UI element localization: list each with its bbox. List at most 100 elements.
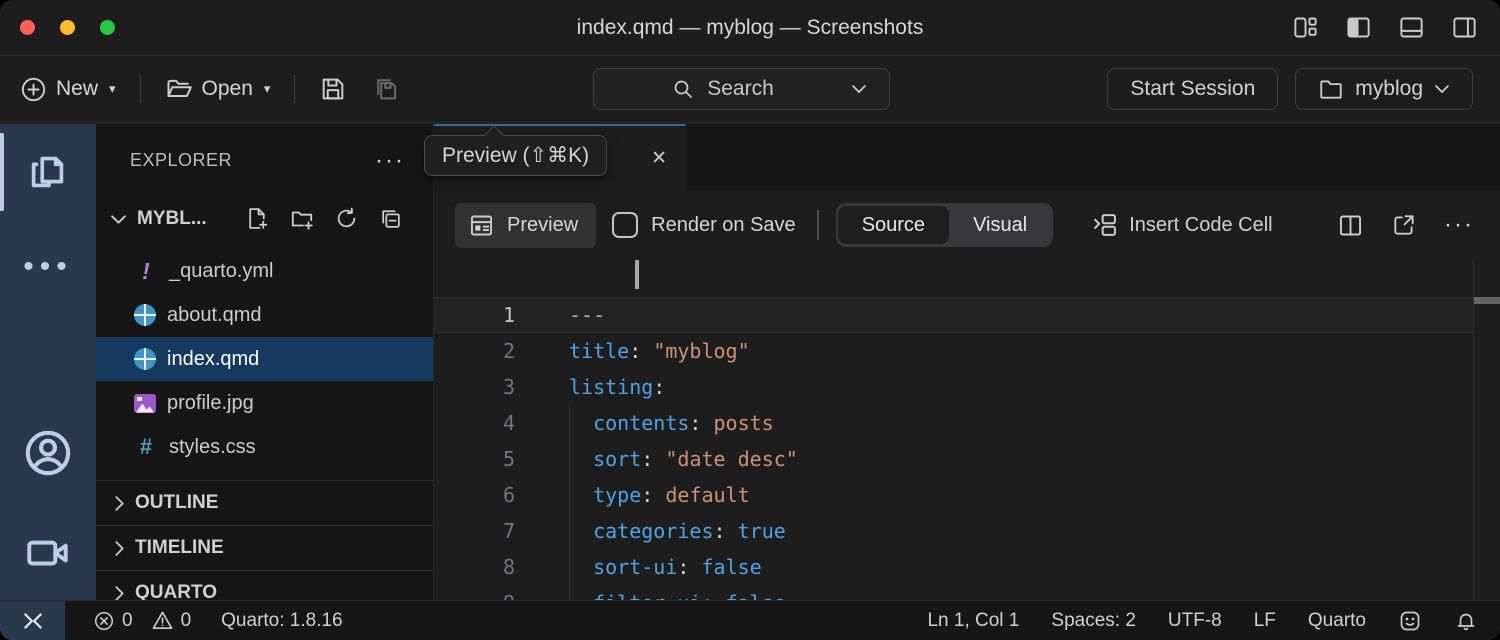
error-icon: [93, 610, 115, 632]
toggle-left-panel-icon[interactable]: [1345, 14, 1372, 41]
more-views-button[interactable]: •••: [0, 252, 96, 282]
file-name: profile.jpg: [167, 392, 254, 415]
section-list: OUTLINE TIMELINE QUARTO: [96, 480, 433, 600]
scrollbar-thumb[interactable]: [1474, 297, 1500, 304]
line-number: 1: [434, 298, 569, 332]
open-button[interactable]: Open ▾: [165, 75, 271, 103]
file-row-about.qmd[interactable]: about.qmd: [96, 293, 433, 337]
screencast-button[interactable]: [0, 527, 96, 577]
preview-button[interactable]: Preview: [455, 203, 596, 248]
line-number: 8: [434, 549, 569, 585]
code-line-5[interactable]: 5 sort: "date desc": [434, 441, 1473, 477]
image-icon: [134, 394, 156, 413]
file-row-index.qmd[interactable]: index.qmd: [96, 337, 433, 381]
new-folder-icon[interactable]: [289, 206, 315, 232]
code-line-8[interactable]: 8 sort-ui: false: [434, 549, 1473, 585]
section-timeline[interactable]: TIMELINE: [96, 525, 433, 570]
toggle-bottom-panel-icon[interactable]: [1398, 14, 1425, 41]
refresh-icon[interactable]: [334, 206, 359, 231]
insert-code-cell-button[interactable]: Insert Code Cell: [1091, 211, 1272, 239]
search-icon: [671, 77, 695, 101]
chevron-down-icon: [1434, 83, 1450, 95]
render-on-save-checkbox[interactable]: [612, 212, 638, 238]
remote-indicator[interactable]: [0, 601, 65, 640]
file-row-styles.css[interactable]: styles.css: [96, 425, 433, 469]
divider: [817, 210, 819, 240]
collapse-all-icon[interactable]: [378, 206, 403, 231]
editor-toolbar: Preview Render on Save Source Visual Ins…: [434, 191, 1500, 259]
chevron-right-icon: [112, 495, 127, 512]
quarto-version-status[interactable]: Quarto: 1.8.16: [221, 610, 342, 632]
chevron-down-icon: [110, 213, 127, 226]
line-content: filter-ui: false: [569, 585, 786, 600]
account-button[interactable]: [0, 427, 96, 479]
close-icon[interactable]: ✕: [651, 147, 667, 170]
code-line-2[interactable]: 2title: "myblog": [434, 333, 1473, 369]
eol-status[interactable]: LF: [1254, 610, 1276, 632]
source-visual-toggle: Source Visual: [836, 203, 1054, 247]
line-number: 5: [434, 441, 569, 477]
toggle-right-panel-icon[interactable]: [1451, 14, 1478, 41]
more-actions-button[interactable]: ···: [1444, 211, 1474, 239]
section-label: TIMELINE: [135, 537, 224, 559]
split-editor-icon[interactable]: [1337, 212, 1364, 239]
new-button[interactable]: New ▾: [20, 76, 116, 103]
section-label: OUTLINE: [135, 492, 218, 514]
source-mode-button[interactable]: Source: [838, 206, 949, 244]
save-all-icon[interactable]: [373, 75, 401, 103]
save-icon[interactable]: [319, 75, 347, 103]
chevron-down-icon: ▾: [264, 81, 271, 97]
search-input[interactable]: Search: [593, 68, 890, 110]
file-row-profile.jpg[interactable]: profile.jpg: [96, 381, 433, 425]
section-quarto[interactable]: QUARTO: [96, 570, 433, 600]
minimize-window-button[interactable]: [60, 20, 75, 35]
line-content: contents: posts: [569, 405, 774, 441]
line-content: sort-ui: false: [569, 549, 762, 585]
file-name: about.qmd: [167, 304, 262, 327]
plus-circle-icon: [20, 76, 47, 103]
workspace-section-header[interactable]: MYBL...: [96, 197, 433, 241]
top-toolbar: New ▾ Open ▾ Search Start Session: [0, 56, 1500, 123]
chevron-down-icon[interactable]: [851, 83, 867, 95]
visual-mode-button[interactable]: Visual: [949, 206, 1051, 244]
folder-icon: [1318, 76, 1344, 102]
workspace-section-label: MYBL...: [137, 208, 207, 230]
code-editor[interactable]: 1---2title: "myblog"3listing:4 contents:…: [434, 259, 1500, 600]
file-list: _quarto.yml about.qmd index.qmd profile.jpg…: [96, 241, 433, 469]
video-camera-icon: [23, 527, 73, 577]
code-line-7[interactable]: 7 categories: true: [434, 513, 1473, 549]
explorer-view-button[interactable]: [0, 149, 96, 195]
open-in-new-window-icon[interactable]: [1391, 212, 1417, 238]
new-file-icon[interactable]: [245, 206, 270, 231]
preview-tooltip: Preview (⇧⌘K): [424, 135, 607, 176]
section-outline[interactable]: OUTLINE: [96, 480, 433, 525]
notifications-bell-icon[interactable]: [1454, 609, 1478, 633]
window-title: index.qmd — myblog — Screenshots: [0, 16, 1500, 40]
feedback-smiley-icon[interactable]: [1398, 609, 1422, 633]
code-line-9[interactable]: 9 filter-ui: false: [434, 585, 1473, 600]
line-number: 2: [434, 333, 569, 369]
zoom-window-button[interactable]: [100, 20, 115, 35]
problems-status[interactable]: 0 0: [93, 609, 191, 632]
preview-label: Preview: [507, 214, 578, 237]
code-line-6[interactable]: 6 type: default: [434, 477, 1473, 513]
custom-layout-icon[interactable]: [1292, 14, 1319, 41]
explorer-more-actions-button[interactable]: ···: [375, 156, 405, 166]
code-line-3[interactable]: 3listing:: [434, 369, 1473, 405]
error-count: 0: [122, 610, 133, 632]
close-window-button[interactable]: [20, 20, 35, 35]
encoding-status[interactable]: UTF-8: [1168, 610, 1222, 632]
tooltip-text: Preview (⇧⌘K): [442, 144, 589, 167]
chevron-right-icon: [112, 585, 127, 601]
window-controls: [20, 20, 115, 35]
workspace-button[interactable]: myblog: [1295, 68, 1473, 110]
css-hash-icon: [134, 435, 158, 459]
file-row-_quarto.yml[interactable]: _quarto.yml: [96, 249, 433, 293]
line-content: title: "myblog": [569, 333, 750, 369]
code-line-1[interactable]: 1---: [434, 297, 1473, 333]
start-session-button[interactable]: Start Session: [1107, 68, 1278, 110]
code-line-4[interactable]: 4 contents: posts: [434, 405, 1473, 441]
indentation-status[interactable]: Spaces: 2: [1051, 610, 1136, 632]
cursor-position-status[interactable]: Ln 1, Col 1: [927, 610, 1019, 632]
language-mode-status[interactable]: Quarto: [1308, 610, 1366, 632]
